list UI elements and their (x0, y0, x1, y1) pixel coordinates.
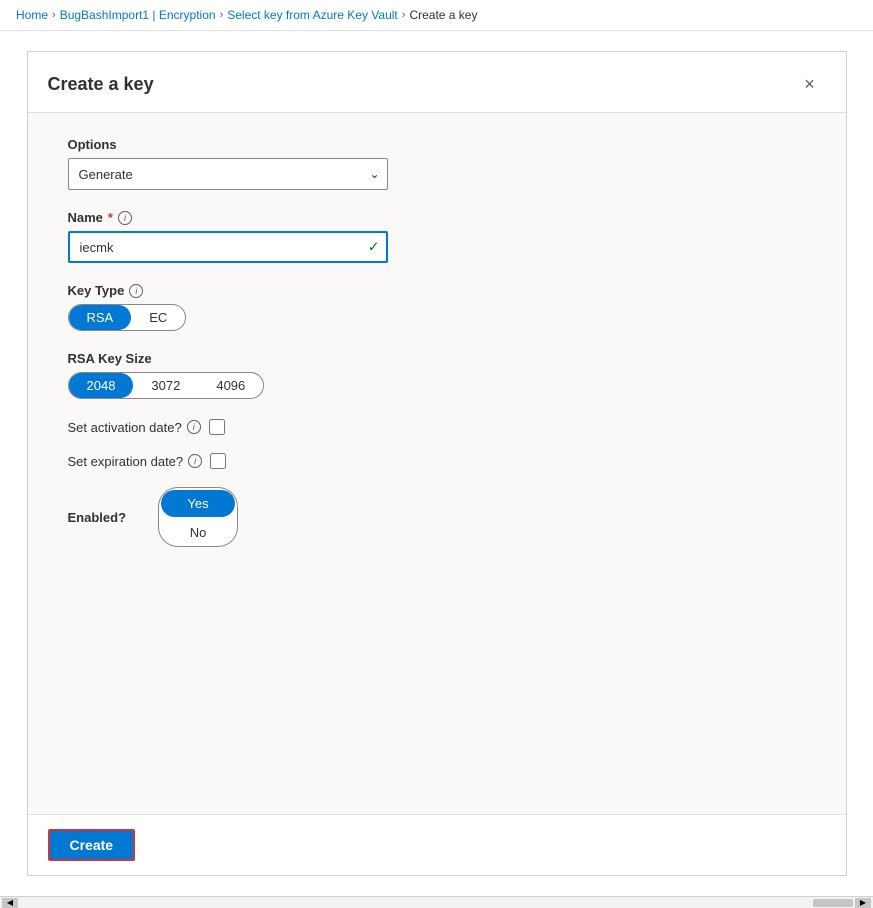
key-size-2048-button[interactable]: 2048 (69, 373, 134, 398)
page-wrapper: Home › BugBashImport1 | Encryption › Sel… (0, 0, 873, 908)
key-type-rsa-button[interactable]: RSA (69, 305, 132, 330)
scroll-left-arrow[interactable]: ◀ (2, 898, 18, 908)
dialog-body: Options Generate ⌄ Name * i ✓ (28, 113, 846, 814)
name-group: Name * i ✓ (68, 210, 806, 263)
dialog-footer: Create (28, 814, 846, 875)
breadcrumb-select-key[interactable]: Select key from Azure Key Vault (227, 8, 398, 22)
horizontal-scrollbar: ◀ ▶ (0, 896, 873, 908)
options-group: Options Generate ⌄ (68, 137, 806, 190)
expiration-date-row: Set expiration date? i (68, 453, 806, 469)
options-label: Options (68, 137, 806, 152)
activation-date-checkbox[interactable] (209, 419, 225, 435)
activation-info-icon: i (187, 420, 201, 434)
enabled-row: Enabled? Yes No (68, 487, 806, 547)
key-type-toggle-group: RSA EC (68, 304, 187, 331)
create-key-dialog: Create a key × Options Generate ⌄ Nam (27, 51, 847, 876)
breadcrumb-sep-1: › (52, 9, 56, 21)
enabled-toggle-group: Yes No (158, 487, 238, 547)
breadcrumb-encryption[interactable]: BugBashImport1 | Encryption (60, 8, 216, 22)
required-indicator: * (108, 210, 113, 225)
rsa-key-size-group: RSA Key Size 2048 3072 4096 (68, 351, 806, 399)
close-button[interactable]: × (794, 68, 826, 100)
dialog-title: Create a key (48, 74, 154, 95)
key-type-label: Key Type i (68, 283, 806, 298)
breadcrumb-home[interactable]: Home (16, 8, 48, 22)
scroll-thumb[interactable] (813, 899, 853, 907)
dialog-header: Create a key × (28, 52, 846, 113)
expiration-info-icon: i (188, 454, 202, 468)
enabled-label: Enabled? (68, 510, 127, 525)
name-input-wrapper: ✓ (68, 231, 388, 263)
breadcrumb: Home › BugBashImport1 | Encryption › Sel… (0, 0, 873, 31)
activation-date-row: Set activation date? i (68, 419, 806, 435)
key-type-ec-button[interactable]: EC (131, 305, 185, 330)
scroll-track (20, 899, 853, 907)
expiration-date-label: Set expiration date? i (68, 454, 203, 469)
key-type-info-icon: i (129, 284, 143, 298)
checkmark-icon: ✓ (368, 239, 380, 256)
name-info-icon: i (118, 211, 132, 225)
activation-date-label: Set activation date? i (68, 420, 201, 435)
options-select[interactable]: Generate (68, 158, 388, 190)
key-size-4096-button[interactable]: 4096 (198, 373, 263, 398)
create-button[interactable]: Create (48, 829, 136, 861)
rsa-key-size-label: RSA Key Size (68, 351, 806, 366)
key-size-3072-button[interactable]: 3072 (133, 373, 198, 398)
options-select-wrapper: Generate ⌄ (68, 158, 388, 190)
key-type-group: Key Type i RSA EC (68, 283, 806, 331)
name-label: Name * i (68, 210, 806, 225)
name-input[interactable] (68, 231, 388, 263)
expiration-date-checkbox[interactable] (210, 453, 226, 469)
enabled-yes-button[interactable]: Yes (161, 490, 235, 517)
scroll-right-arrow[interactable]: ▶ (855, 898, 871, 908)
rsa-key-size-toggle-group: 2048 3072 4096 (68, 372, 265, 399)
breadcrumb-sep-2: › (220, 9, 224, 21)
breadcrumb-current: Create a key (409, 8, 477, 22)
breadcrumb-sep-3: › (402, 9, 406, 21)
enabled-no-button[interactable]: No (159, 519, 237, 546)
